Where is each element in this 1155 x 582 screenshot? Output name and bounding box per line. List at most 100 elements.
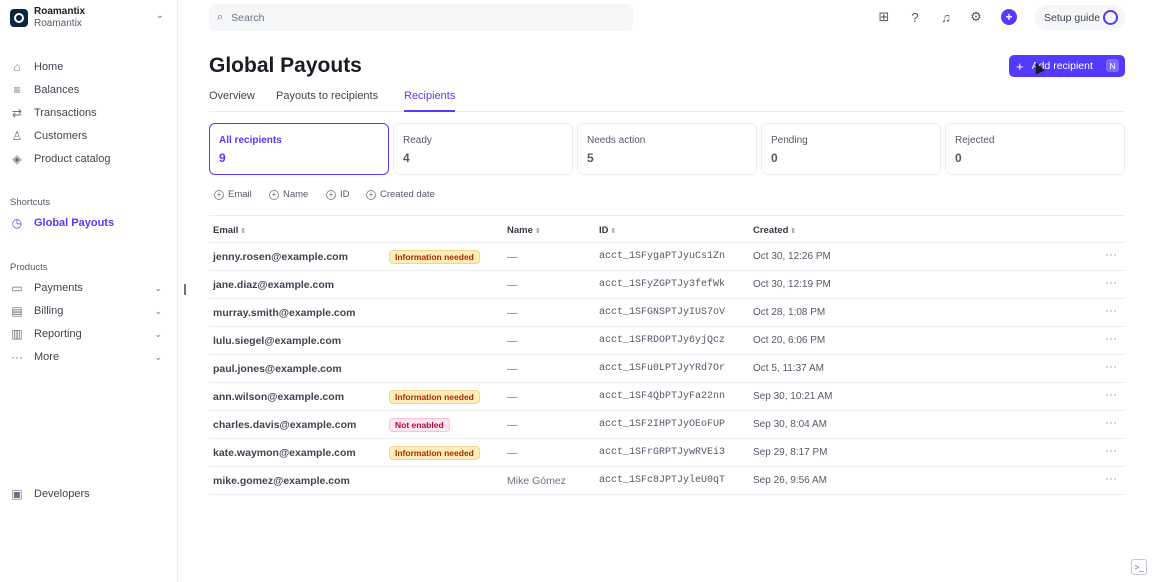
setup-guide-button[interactable]: Setup guide [1035,5,1125,30]
recipient-name: — [507,419,518,431]
row-actions-icon[interactable]: ··· [1105,389,1118,401]
recipient-email: jenny.rosen@example.com [213,251,348,263]
terminal-icon[interactable]: >_ [1131,559,1147,575]
card-label: All recipients [219,135,282,146]
plus-icon: + [1016,58,1024,74]
tab-payouts-to-recipients[interactable]: Payouts to recipients [276,90,378,112]
row-actions-icon[interactable]: ··· [1105,417,1118,429]
apps-icon[interactable]: ⊞ [876,9,892,25]
sidebar-item-developers[interactable]: ▣ Developers [10,485,162,503]
row-actions-icon[interactable]: ··· [1105,361,1118,373]
row-actions-icon[interactable]: ··· [1105,445,1118,457]
sidebar-item-label: Payments [34,282,83,294]
tab-overview[interactable]: Overview [209,90,255,112]
account-logo [10,9,28,27]
sidebar-item-global-payouts[interactable]: ◷ Global Payouts [10,214,162,232]
sidebar-item-balances[interactable]: ≡ Balances [10,81,162,99]
filter-card-pending[interactable]: Pending 0 [761,123,941,175]
row-actions-icon[interactable]: ··· [1105,305,1118,317]
recipient-email: paul.jones@example.com [213,363,342,375]
status-badge: Information needed [389,446,480,460]
add-recipient-button[interactable]: + Add recipient N [1009,55,1125,77]
bell-icon[interactable]: ♫ [938,9,954,25]
recipient-id: acct_1SF4QbPTJyFa22nn [599,391,726,402]
card-count: 9 [219,151,226,165]
filter-card-all-recipients[interactable]: All recipients 9 [209,123,389,175]
table-row[interactable]: mike.gomez@example.com Mike Gómez acct_1SF… [209,467,1125,495]
recipient-created: Sep 29, 8:17 PM [753,447,828,458]
search-placeholder: Search [231,11,265,24]
row-actions-icon[interactable]: ··· [1105,473,1118,485]
filter-card-needs-action[interactable]: Needs action 5 [577,123,757,175]
table-row[interactable]: kate.waymon@example.com Information neede… [209,439,1125,467]
filter-chip-created-date[interactable]: + Created date [366,188,435,201]
recipient-id: acct_1SFyZGPTJy3fefWk [599,279,726,290]
recipient-id: acct_1SFRDOPTJy6yjQcz [599,335,726,346]
table-row[interactable]: charles.davis@example.com Not enabled — acc… [209,411,1125,439]
column-header-created[interactable]: Created ⇕ [753,225,796,236]
column-header-email[interactable]: Email ⇕ [213,225,246,236]
sort-icon: ⇕ [610,228,617,235]
progress-ring-icon [1103,10,1118,25]
sidebar-item-label: Customers [34,130,88,142]
clock-icon: ◷ [11,216,23,230]
table-row[interactable]: paul.jones@example.com — acct_1SFu0LPTJyYR… [209,355,1125,383]
sidebar-item-product-catalog[interactable]: ◈ Product catalog [10,150,162,168]
page-title: Global Payouts [209,54,362,77]
recipient-id: acct_1SFc8JPTJyleU0qT [599,475,726,486]
search-input[interactable]: ⌕ Search [209,4,633,31]
filter-chip-name[interactable]: + Name [269,188,308,201]
recipient-name: — [507,363,518,375]
plus-circle-icon: + [214,189,224,200]
recipient-name: Mike Gómez [507,475,566,487]
sidebar-item-payments[interactable]: ▭ Payments ⌄ [10,279,162,297]
table-row[interactable]: jenny.rosen@example.com Information neede… [209,243,1125,271]
filter-chip-label: ID [340,189,350,200]
recipient-created: Oct 30, 12:19 PM [753,279,831,290]
gear-icon[interactable]: ⚙ [968,9,984,25]
account-switcher[interactable]: Roamantix Roamantix ⌄ [10,6,170,30]
recipient-id: acct_1SFu0LPTJyYRd7Or [599,363,726,374]
bar-chart-icon: ▥ [11,327,23,341]
sidebar-item-transactions[interactable]: ⇄ Transactions [10,104,162,122]
table-row[interactable]: lulu.siegel@example.com — acct_1SFRDOPTJy6… [209,327,1125,355]
sidebar-item-home[interactable]: ⌂ Home [10,58,162,76]
ellipsis-icon: ··· [11,350,23,364]
status-badge: Not enabled [389,418,450,432]
row-actions-icon[interactable]: ··· [1105,249,1118,261]
filter-card-rejected[interactable]: Rejected 0 [945,123,1125,175]
chevron-down-icon: ⌄ [154,351,162,362]
filter-chip-label: Created date [380,189,435,200]
status-badge: Information needed [389,390,480,404]
setup-guide-label: Setup guide [1044,11,1101,24]
recipient-email: kate.waymon@example.com [213,447,356,459]
filter-card-ready[interactable]: Ready 4 [393,123,573,175]
recipient-created: Oct 20, 6:06 PM [753,335,826,346]
sidebar-item-customers[interactable]: ♙ Customers [10,127,162,145]
table-row[interactable]: murray.smith@example.com — acct_1SFGNSPTJy… [209,299,1125,327]
row-actions-icon[interactable]: ··· [1105,277,1118,289]
card-label: Ready [403,135,432,146]
sidebar-resize-handle[interactable] [184,284,186,295]
recipient-email: lulu.siegel@example.com [213,335,342,347]
filter-chip-label: Name [283,189,309,200]
sort-icon: ⇕ [534,228,541,235]
tab-recipients[interactable]: Recipients [404,90,456,112]
row-actions-icon[interactable]: ··· [1105,333,1118,345]
recipient-email: charles.davis@example.com [213,419,357,431]
table-row[interactable]: jane.diaz@example.com — acct_1SFyZGPTJy3fe… [209,271,1125,299]
recipient-id: acct_1SF2IHPTJyOEoFUP [599,419,726,430]
sidebar-item-billing[interactable]: ▤ Billing ⌄ [10,302,162,320]
sidebar-item-reporting[interactable]: ▥ Reporting ⌄ [10,325,162,343]
column-header-name[interactable]: Name ⇕ [507,225,541,236]
help-icon[interactable]: ? [907,9,923,25]
sidebar-item-more[interactable]: ··· More ⌄ [10,348,162,366]
filter-chip-id[interactable]: + ID [326,188,350,201]
billing-icon: ▤ [11,304,23,318]
table-row[interactable]: ann.wilson@example.com Information needed… [209,383,1125,411]
column-header-id[interactable]: ID ⇕ [599,225,616,236]
table-header: Email ⇕ Name ⇕ ID ⇕ Created ⇕ [209,215,1125,243]
create-plus-icon[interactable]: + [1001,9,1017,25]
filter-chip-email[interactable]: + Email [214,188,252,201]
sort-icon: ⇕ [790,228,797,235]
